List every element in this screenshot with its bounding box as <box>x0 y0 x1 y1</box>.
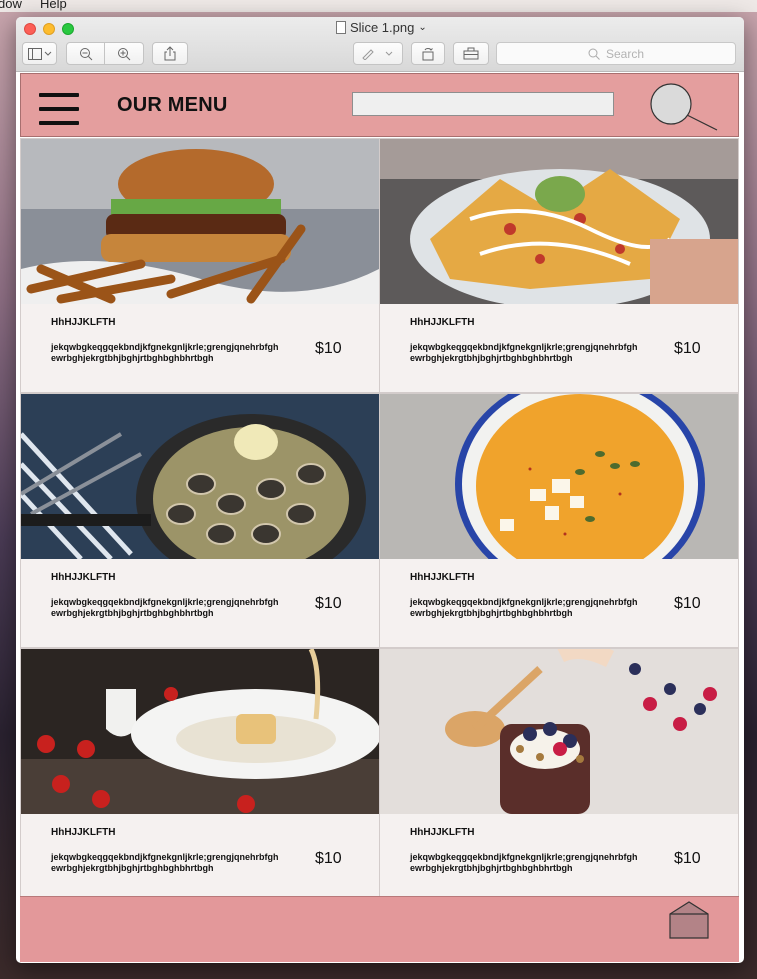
menu-item-name: HhHJJKLFTH <box>410 572 475 583</box>
sidebar-toggle-button[interactable] <box>22 42 57 65</box>
menu-search-input[interactable] <box>352 92 614 116</box>
zoom-in-button[interactable] <box>104 42 144 65</box>
menu-header: OUR MENU <box>20 73 739 137</box>
menu-item-card[interactable]: HhHJJKLFTH jekqwbgkeqgqekbndjkfgnekgnljk… <box>379 138 739 393</box>
minimize-window-button[interactable] <box>43 23 55 35</box>
menubar-item-help[interactable]: Help <box>40 0 67 11</box>
zoom-window-button[interactable] <box>62 23 74 35</box>
image-canvas: OUR MENU HhHJJKLFTH jekqwbgkeqgqekbndjkf… <box>20 73 741 962</box>
page-title: OUR MENU <box>117 94 228 116</box>
menu-item-description: jekqwbgkeqgqekbndjkfgnekgnljkrle;grengjq… <box>410 342 638 363</box>
menu-item-card[interactable]: HhHJJKLFTH jekqwbgkeqgqekbndjkfgnekgnljk… <box>379 393 739 648</box>
document-icon <box>336 21 346 34</box>
zoom-out-button[interactable] <box>66 42 105 65</box>
share-button[interactable] <box>152 42 188 65</box>
share-icon <box>164 46 176 61</box>
menu-item-card[interactable]: HhHJJKLFTH jekqwbgkeqgqekbndjkfgnekgnljk… <box>20 138 380 393</box>
menu-item-description: jekqwbgkeqgqekbndjkfgnekgnljkrle;grengjq… <box>51 597 279 618</box>
burger-with-fries-photo <box>21 139 379 304</box>
menu-item-description: jekqwbgkeqgqekbndjkfgnekgnljkrle;grengjq… <box>51 852 279 873</box>
menu-item-description: jekqwbgkeqgqekbndjkfgnekgnljkrle;grengjq… <box>410 597 638 618</box>
pumpkin-soup-photo <box>380 394 738 559</box>
toolbox-icon <box>463 47 479 60</box>
toolbar-search-placeholder: Search <box>605 46 645 61</box>
menu-item-price: $10 <box>674 595 701 612</box>
menu-item-price: $10 <box>315 340 342 357</box>
menu-item-price: $10 <box>315 595 342 612</box>
menu-item-name: HhHJJKLFTH <box>51 572 116 583</box>
close-window-button[interactable] <box>24 23 36 35</box>
clams-in-pan-photo <box>21 394 379 559</box>
rotate-button[interactable] <box>411 42 445 65</box>
rotate-icon <box>422 47 434 60</box>
menu-item-description: jekqwbgkeqgqekbndjkfgnekgnljkrle;grengjq… <box>51 342 279 363</box>
preview-window: Slice 1.png ⌄ Search OUR MENU HhHJJKLFTH… <box>16 17 744 963</box>
berry-parfait-photo <box>380 649 738 814</box>
menu-item-name: HhHJJKLFTH <box>51 827 116 838</box>
menu-footer <box>20 896 739 962</box>
menu-item-description: jekqwbgkeqgqekbndjkfgnekgnljkrle;grengjq… <box>410 852 638 873</box>
menubar-item-window[interactable]: dow <box>0 0 22 11</box>
menu-item-price: $10 <box>674 340 701 357</box>
toolbox-button[interactable] <box>453 42 489 65</box>
pen-icon <box>362 48 393 60</box>
menu-item-name: HhHJJKLFTH <box>410 317 475 328</box>
menu-item-name: HhHJJKLFTH <box>410 827 475 838</box>
menu-item-name: HhHJJKLFTH <box>51 317 116 328</box>
loaded-nachos-photo <box>380 139 738 304</box>
window-title[interactable]: Slice 1.png ⌄ <box>336 20 427 35</box>
zoom-out-icon <box>79 47 92 60</box>
menu-item-card[interactable]: HhHJJKLFTH jekqwbgkeqgqekbndjkfgnekgnljk… <box>379 648 739 903</box>
magnifier-search-icon[interactable] <box>649 82 719 132</box>
sponge-dessert-photo <box>21 649 379 814</box>
window-titlebar: Slice 1.png ⌄ Search <box>16 17 744 72</box>
menu-item-card[interactable]: HhHJJKLFTH jekqwbgkeqgqekbndjkfgnekgnljk… <box>20 648 380 903</box>
zoom-in-icon <box>118 47 131 60</box>
desktop-menubar: dow Help <box>0 0 757 12</box>
hamburger-menu-icon[interactable] <box>39 93 79 125</box>
sidebar-icon <box>27 47 51 60</box>
menu-item-card[interactable]: HhHJJKLFTH jekqwbgkeqgqekbndjkfgnekgnljk… <box>20 393 380 648</box>
markup-button[interactable] <box>353 42 403 65</box>
chevron-down-icon: ⌄ <box>418 22 427 33</box>
menu-item-price: $10 <box>315 850 342 867</box>
home-icon[interactable] <box>668 900 710 940</box>
menu-item-price: $10 <box>674 850 701 867</box>
toolbar-search-field[interactable]: Search <box>496 42 736 65</box>
search-icon <box>588 48 600 60</box>
window-title-text: Slice 1.png <box>350 20 415 35</box>
